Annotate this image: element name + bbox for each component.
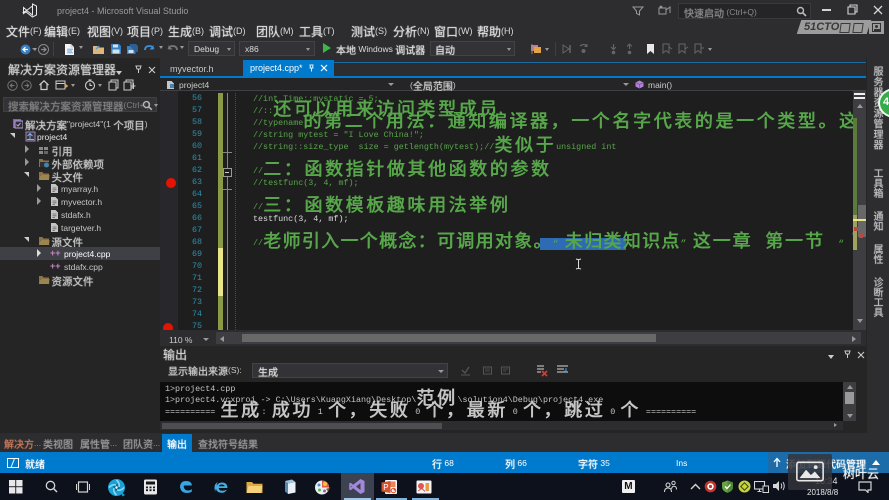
svg-text:P: P	[383, 483, 388, 492]
